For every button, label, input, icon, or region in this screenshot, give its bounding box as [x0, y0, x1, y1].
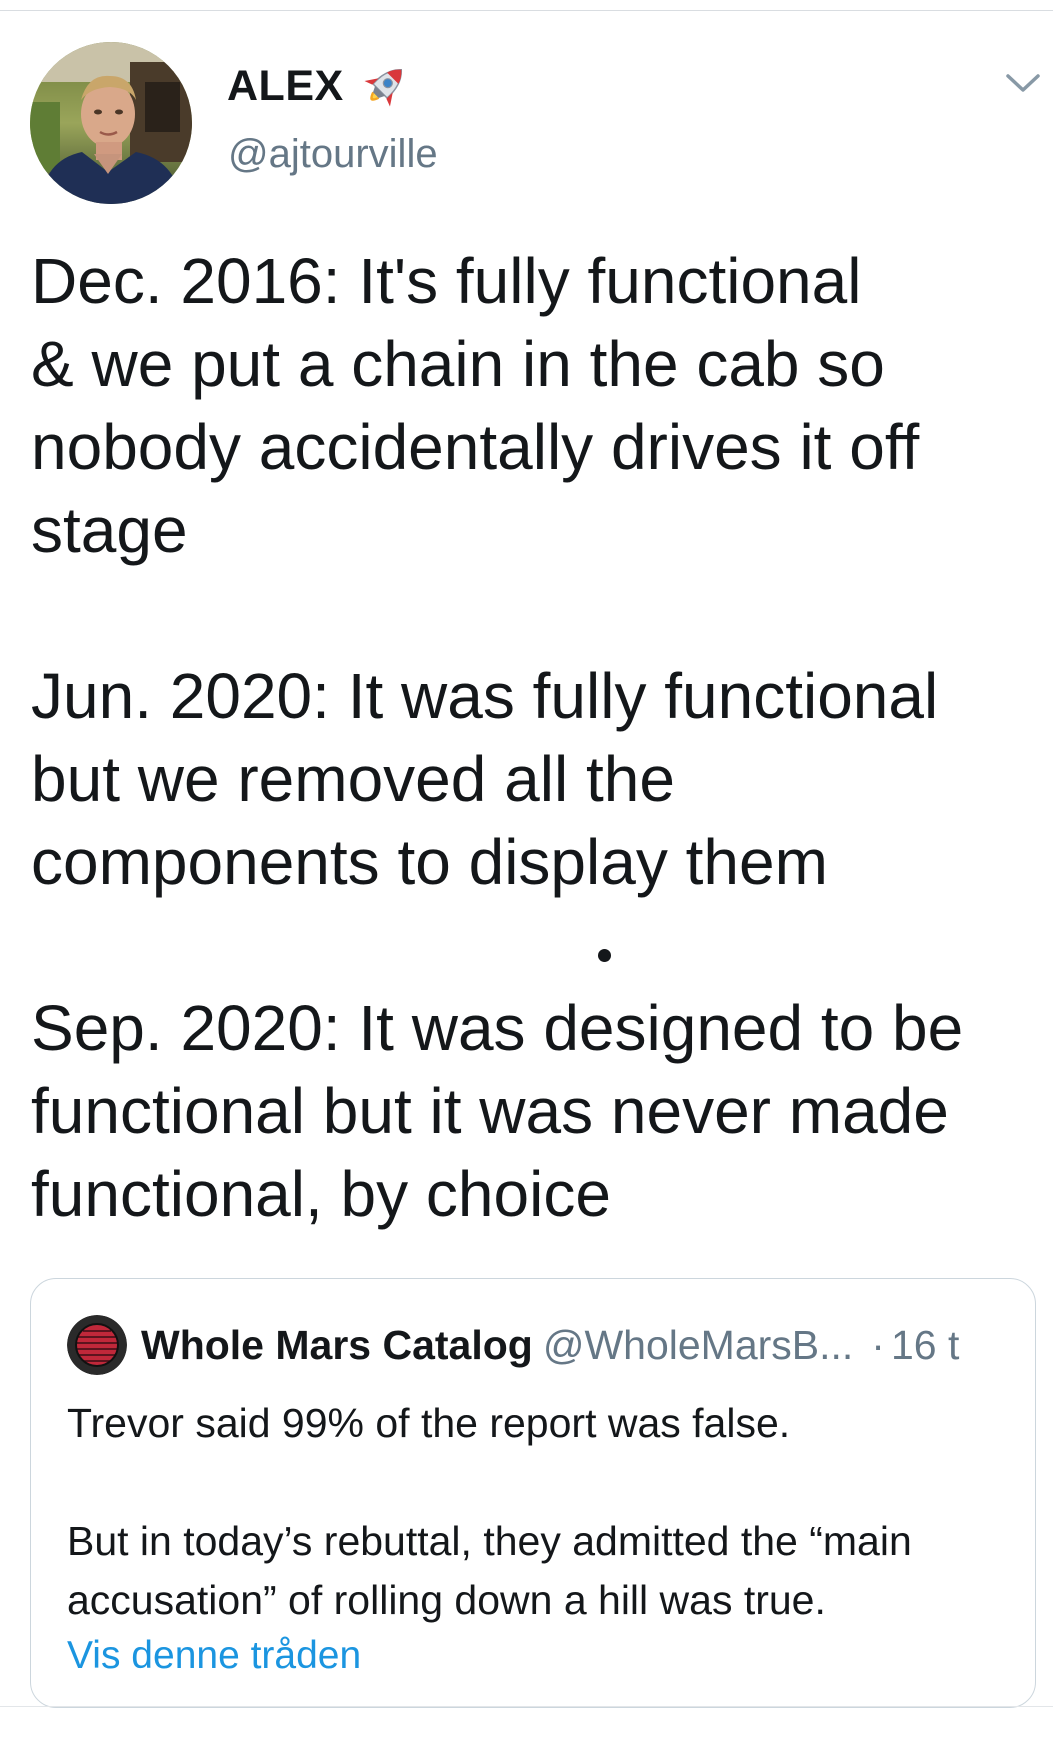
dot-mark: [598, 949, 611, 962]
rocket-icon: [364, 68, 402, 107]
author-display-name[interactable]: ALEX: [227, 62, 344, 111]
quoted-author-handle[interactable]: @WholeMarsB...: [543, 1322, 853, 1369]
separator-dot: ·: [871, 1321, 885, 1368]
quoted-tweet-card[interactable]: Whole Mars Catalog @WholeMarsB... · 16 t…: [30, 1278, 1036, 1708]
quoted-paragraph: Trevor said 99% of the report was false.: [67, 1400, 791, 1446]
show-thread-link[interactable]: Vis denne tråden: [67, 1634, 361, 1678]
author-handle[interactable]: @ajtourville: [228, 132, 438, 177]
tweet-paragraph: Jun. 2020: It was fully functional but w…: [31, 660, 939, 898]
quoted-author-name[interactable]: Whole Mars Catalog: [141, 1322, 533, 1369]
quoted-tweet-text: Trevor said 99% of the report was false.…: [67, 1394, 1017, 1630]
quoted-tweet-header: Whole Mars Catalog @WholeMarsB... · 16 t: [67, 1315, 959, 1375]
quoted-avatar-logo: [67, 1315, 127, 1375]
bottom-divider: [0, 1706, 1053, 1707]
quoted-paragraph: But in today’s rebuttal, they admitted t…: [67, 1518, 912, 1623]
chevron-down-icon[interactable]: [1004, 68, 1042, 98]
tweet-paragraph: Dec. 2016: It's fully functional & we pu…: [31, 245, 920, 566]
tweet-text: Dec. 2016: It's fully functional & we pu…: [31, 240, 1021, 1236]
top-divider: [0, 0, 1053, 11]
author-avatar[interactable]: [30, 42, 192, 204]
quoted-tweet-time[interactable]: 16 t: [891, 1322, 959, 1369]
quoted-author-avatar[interactable]: [67, 1315, 127, 1375]
author-name-row: ALEX: [227, 56, 412, 116]
tweet-paragraph: Sep. 2020: It was designed to be functio…: [31, 992, 964, 1230]
avatar-photo: [30, 42, 192, 204]
